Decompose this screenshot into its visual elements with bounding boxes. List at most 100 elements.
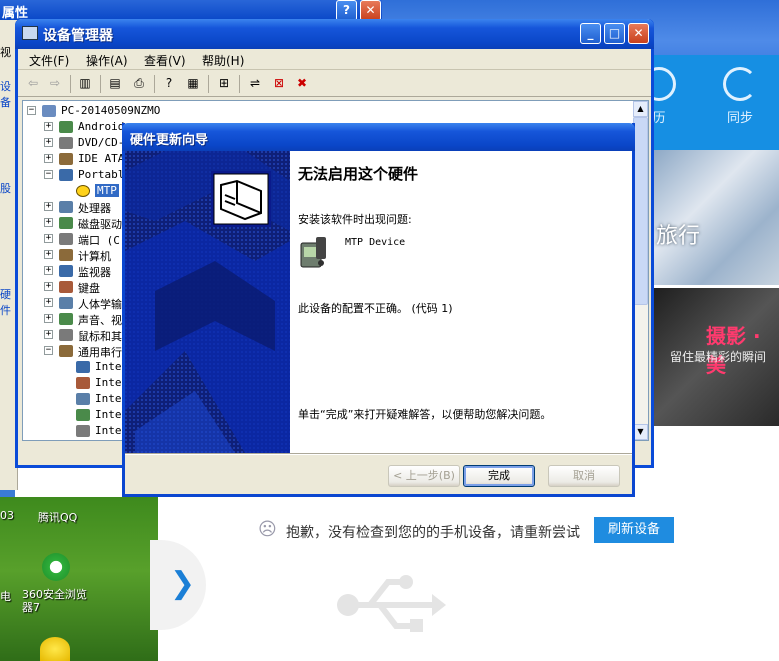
device-icon (59, 121, 73, 133)
tree-row-label: Portabl (78, 168, 125, 181)
action-pane-icon[interactable]: ▦ (184, 75, 202, 92)
desktop-icon-360browser[interactable]: 360安全浏览器7 (22, 588, 94, 614)
device-icon (59, 201, 73, 213)
wizard-heading: 无法启用这个硬件 (298, 165, 419, 183)
expand-icon[interactable]: + (44, 314, 53, 323)
tree-scrollbar[interactable]: ▲ ▼ (633, 101, 648, 440)
maximize-button[interactable]: □ (604, 23, 625, 44)
tree-row-label: DVD/CD- (78, 136, 125, 149)
problem-intro-text: 安装该软件时出现问题: (298, 213, 412, 226)
device-icon (42, 105, 56, 117)
device-icon (76, 425, 90, 437)
disable-device-icon[interactable]: ⊠ (270, 75, 288, 92)
toolbar-separator (239, 75, 240, 93)
sync-button[interactable]: 同步 (715, 67, 765, 131)
tree-row-label: 人体学输 (78, 298, 122, 311)
tree-row-label: Inte (95, 360, 122, 373)
sad-face-icon: ☹ (258, 519, 277, 540)
tree-row-label: 声音、视 (78, 314, 122, 327)
menu-help[interactable]: 帮助(H) (202, 52, 244, 69)
tree-row-label: MTP (95, 184, 119, 197)
device-icon (59, 153, 73, 165)
finish-hint-text: 单击“完成”来打开疑难解答，以便帮助您解决问题。 (298, 408, 552, 421)
expand-icon[interactable]: + (44, 202, 53, 211)
travel-banner[interactable]: 旅行 (650, 150, 779, 285)
close-button[interactable]: ✕ (628, 23, 649, 44)
expand-icon[interactable]: + (44, 138, 53, 147)
expand-icon[interactable]: + (44, 298, 53, 307)
device-icon (59, 249, 73, 261)
collapse-icon[interactable]: − (27, 106, 36, 115)
back-button[interactable]: < 上一步(B) (388, 465, 460, 487)
scrollbar-thumb[interactable] (633, 117, 648, 305)
tree-row[interactable]: − PC-20140509NZMO (23, 103, 623, 119)
uninstall-device-icon[interactable]: ✖ (293, 75, 311, 92)
tree-row-label: 键盘 (78, 282, 100, 295)
cancel-button[interactable]: 取消 (548, 465, 620, 487)
expand-icon[interactable]: + (44, 330, 53, 339)
close-button[interactable]: ✕ (360, 0, 381, 21)
desktop-wallpaper: 03 腾讯QQ 电 360安全浏览器7 (0, 497, 158, 661)
back-arrow-icon[interactable]: ⇦ (24, 75, 42, 92)
add-app-icon[interactable] (40, 637, 70, 661)
desktop-label-03: 03 (0, 509, 14, 522)
wizard-art-graphic (125, 151, 290, 453)
menu-action[interactable]: 操作(A) (86, 52, 128, 69)
collapse-icon[interactable]: − (44, 170, 53, 179)
banner-photo-subtitle: 留住最精彩的瞬间 (670, 350, 767, 364)
expand-icon[interactable]: + (44, 154, 53, 163)
tree-row-label: Inte (95, 424, 122, 437)
device-icon (76, 377, 90, 389)
menu-file[interactable]: 文件(F) (29, 52, 69, 69)
tree-row-label: 通用串行 (78, 346, 122, 359)
expand-icon[interactable]: + (44, 122, 53, 131)
expand-icon[interactable]: + (44, 266, 53, 275)
scroll-up-arrow-icon[interactable]: ▲ (633, 101, 648, 117)
expand-icon[interactable]: + (44, 282, 53, 291)
collapse-icon[interactable]: − (44, 346, 53, 355)
refresh-device-button[interactable]: 刷新设备 (594, 517, 674, 543)
tree-row-label: IDE ATA (78, 152, 125, 165)
forward-arrow-icon[interactable]: ⇨ (46, 75, 64, 92)
tree-row-label: 计算机 (78, 250, 111, 263)
tree-row-label: Inte (95, 408, 122, 421)
wizard-side-art (125, 151, 290, 453)
wizard-titlebar[interactable]: 硬件更新向导 (122, 123, 635, 151)
print-icon[interactable]: ⎙ (130, 75, 148, 92)
expand-icon[interactable]: + (44, 218, 53, 227)
tree-row-label: 鼠标和其 (78, 330, 122, 343)
photo-banner[interactable]: 摄影 · 美 留住最精彩的瞬间 (650, 288, 779, 426)
finish-button[interactable]: 完成 (463, 465, 535, 487)
chevron-right-icon: ❯ (170, 566, 196, 601)
wizard-separator (125, 453, 632, 455)
banner-travel-text: 旅行 (656, 224, 701, 249)
menu-view[interactable]: 查看(V) (144, 52, 186, 69)
show-hide-tree-icon[interactable]: ▥ (76, 75, 94, 92)
error-text: 此设备的配置不正确。 (代码 1) (298, 302, 453, 315)
expand-icon[interactable]: + (44, 234, 53, 243)
scan-hardware-icon[interactable]: ⊞ (215, 75, 233, 92)
help-button[interactable]: ? (336, 0, 357, 21)
browser-360-icon[interactable] (42, 553, 70, 581)
device-manager-titlebar[interactable]: 设备管理器 _ □ ✕ (15, 19, 654, 49)
scroll-down-arrow-icon[interactable]: ▼ (633, 424, 648, 440)
expand-icon[interactable]: + (44, 250, 53, 259)
device-icon (59, 169, 73, 181)
device-name: MTP Device (345, 237, 406, 248)
device-icon (59, 233, 73, 245)
minimize-button[interactable]: _ (580, 23, 601, 44)
mtp-device-icon (300, 237, 326, 268)
sliver-text-3: 股 (0, 182, 11, 195)
usb-icon (337, 575, 446, 632)
toolbar-separator (154, 75, 155, 93)
tree-row-label: 端口 (C (78, 234, 120, 247)
tree-row-label: 磁盘驱动 (78, 218, 122, 231)
update-driver-icon[interactable]: ⇌ (246, 75, 264, 92)
tree-row-label: 监视器 (78, 266, 111, 279)
properties-icon[interactable]: ▤ (106, 75, 124, 92)
device-icon (59, 217, 73, 229)
desktop-label-dian: 电 (0, 590, 11, 603)
help-icon[interactable]: ? (160, 75, 178, 92)
desktop-icon-qq[interactable]: 腾讯QQ (38, 509, 77, 525)
sliver-text-1: 视 (0, 46, 11, 59)
